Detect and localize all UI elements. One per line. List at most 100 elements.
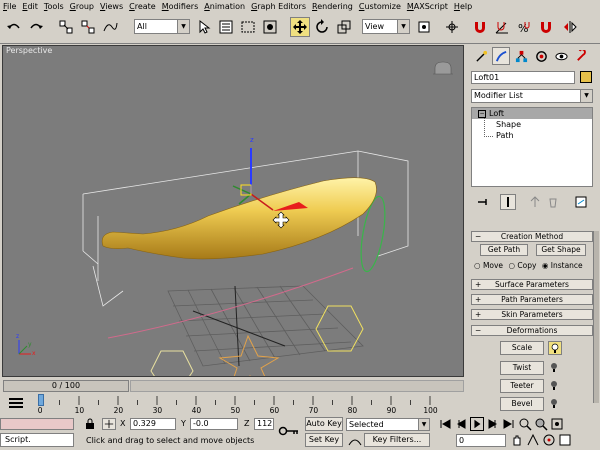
key-filter-dropdown[interactable]: Selected ▼ bbox=[346, 418, 430, 431]
mini-curve-editor-button[interactable] bbox=[8, 397, 24, 409]
set-key-button[interactable]: Set Key bbox=[305, 433, 343, 447]
surface-parameters-rollout[interactable]: + Surface Parameters bbox=[471, 279, 593, 290]
redo-button[interactable] bbox=[26, 17, 46, 37]
y-coord-field[interactable]: -0.0 bbox=[190, 418, 238, 430]
skin-parameters-rollout[interactable]: + Skin Parameters bbox=[471, 309, 593, 320]
unlink-button[interactable] bbox=[78, 17, 98, 37]
maxscript-listener[interactable]: Script. bbox=[0, 433, 74, 447]
set-key-button-icon[interactable] bbox=[278, 424, 300, 438]
goto-end-button[interactable] bbox=[502, 417, 516, 431]
current-frame-marker[interactable] bbox=[38, 394, 44, 406]
current-frame-field[interactable]: 0 bbox=[456, 434, 506, 447]
time-slider[interactable]: 0 / 100 bbox=[3, 380, 129, 392]
selection-filter-dropdown[interactable]: All ▼ bbox=[134, 19, 190, 34]
hierarchy-tab[interactable] bbox=[512, 47, 530, 65]
menu-help[interactable]: Help bbox=[451, 0, 475, 13]
twist-enable-toggle[interactable] bbox=[548, 361, 562, 375]
goto-start-button[interactable] bbox=[438, 417, 452, 431]
select-and-manipulate-button[interactable] bbox=[442, 17, 462, 37]
menu-customize[interactable]: Customize bbox=[356, 0, 404, 13]
menu-rendering[interactable]: Rendering bbox=[309, 0, 356, 13]
bevel-enable-toggle[interactable] bbox=[548, 397, 562, 411]
arc-rotate-button[interactable] bbox=[542, 433, 556, 447]
select-object-button[interactable] bbox=[194, 17, 214, 37]
lock-selection-button[interactable] bbox=[84, 418, 98, 430]
stack-item-shape[interactable]: Shape bbox=[496, 119, 521, 130]
banana-object[interactable] bbox=[101, 177, 377, 260]
teeter-deform-button[interactable]: Teeter bbox=[500, 379, 544, 393]
radio-copy[interactable]: ○ Copy bbox=[508, 261, 536, 270]
menu-group[interactable]: Group bbox=[67, 0, 97, 13]
next-frame-button[interactable] bbox=[486, 417, 500, 431]
modifier-stack[interactable]: − Loft Shape Path bbox=[471, 107, 593, 187]
menu-edit[interactable]: Edit bbox=[19, 0, 41, 13]
z-coord-field[interactable]: 112 bbox=[254, 418, 274, 430]
mirror-button[interactable] bbox=[560, 17, 580, 37]
radio-instance[interactable]: ◉ Instance bbox=[542, 261, 583, 270]
object-name-field[interactable]: Loft01 bbox=[471, 71, 575, 84]
panel-scrollbar[interactable] bbox=[593, 231, 599, 403]
get-path-button[interactable]: Get Path bbox=[480, 244, 528, 256]
default-tangent-button[interactable] bbox=[348, 435, 362, 447]
percent-snap-button[interactable]: % bbox=[514, 17, 534, 37]
play-button[interactable] bbox=[470, 417, 484, 431]
listener-pink-line[interactable] bbox=[0, 418, 74, 430]
zoom-button[interactable] bbox=[518, 417, 532, 431]
key-filters-button[interactable]: Key Filters... bbox=[364, 433, 430, 447]
remove-modifier-button[interactable] bbox=[546, 195, 560, 209]
auto-key-button[interactable]: Auto Key bbox=[305, 417, 343, 431]
scale-enable-toggle[interactable] bbox=[548, 341, 562, 355]
menu-graph-editors[interactable]: Graph Editors bbox=[248, 0, 309, 13]
pan-button[interactable] bbox=[510, 433, 524, 447]
path-parameters-rollout[interactable]: + Path Parameters bbox=[471, 294, 593, 305]
bind-space-warp-button[interactable] bbox=[100, 17, 120, 37]
pin-stack-button[interactable] bbox=[476, 195, 490, 209]
x-coord-field[interactable]: 0.329 bbox=[130, 418, 176, 430]
spinner-snap-button[interactable] bbox=[536, 17, 556, 37]
menu-file[interactable]: File bbox=[0, 0, 19, 13]
create-tab[interactable] bbox=[472, 47, 490, 65]
display-tab[interactable] bbox=[552, 47, 570, 65]
select-and-link-button[interactable] bbox=[56, 17, 76, 37]
angle-snap-button[interactable] bbox=[492, 17, 512, 37]
scale-deform-button[interactable]: Scale bbox=[500, 341, 544, 355]
modify-tab[interactable] bbox=[492, 47, 510, 65]
select-and-scale-button[interactable] bbox=[334, 17, 354, 37]
modifier-list-dropdown[interactable]: Modifier List ▼ bbox=[471, 89, 593, 103]
utilities-tab[interactable] bbox=[572, 47, 590, 65]
select-and-move-button[interactable] bbox=[290, 17, 310, 37]
configure-sets-button[interactable] bbox=[574, 195, 588, 209]
window-crossing-button[interactable] bbox=[260, 17, 280, 37]
zoom-extents-button[interactable] bbox=[550, 417, 564, 431]
gizmo-y-axis[interactable] bbox=[232, 185, 252, 195]
teeter-enable-toggle[interactable] bbox=[548, 379, 562, 393]
get-shape-button[interactable]: Get Shape bbox=[536, 244, 586, 256]
undo-button[interactable] bbox=[4, 17, 24, 37]
rectangular-selection-button[interactable] bbox=[238, 17, 258, 37]
select-by-name-button[interactable] bbox=[216, 17, 236, 37]
select-and-rotate-button[interactable] bbox=[312, 17, 332, 37]
motion-tab[interactable] bbox=[532, 47, 550, 65]
collapse-icon[interactable]: − bbox=[478, 109, 486, 118]
object-color-swatch[interactable] bbox=[580, 71, 592, 83]
bevel-deform-button[interactable]: Bevel bbox=[500, 397, 544, 411]
absolute-mode-button[interactable] bbox=[102, 418, 116, 430]
show-end-result-button[interactable] bbox=[500, 194, 516, 210]
menu-maxscript[interactable]: MAXScript bbox=[404, 0, 451, 13]
deformations-rollout[interactable]: − Deformations bbox=[471, 325, 593, 336]
twist-deform-button[interactable]: Twist bbox=[500, 361, 544, 375]
menu-modifiers[interactable]: Modifiers bbox=[159, 0, 202, 13]
menu-views[interactable]: Views bbox=[97, 0, 126, 13]
field-of-view-button[interactable] bbox=[526, 433, 540, 447]
menu-tools[interactable]: Tools bbox=[41, 0, 67, 13]
prev-frame-button[interactable] bbox=[454, 417, 468, 431]
make-unique-button[interactable] bbox=[528, 195, 542, 209]
pivot-center-button[interactable] bbox=[414, 17, 434, 37]
min-max-toggle-button[interactable] bbox=[558, 433, 572, 447]
menu-animation[interactable]: Animation bbox=[201, 0, 248, 13]
radio-move[interactable]: ○ Move bbox=[474, 261, 503, 270]
reference-coord-dropdown[interactable]: View ▼ bbox=[362, 19, 410, 34]
menu-create[interactable]: Create bbox=[126, 0, 159, 13]
perspective-viewport[interactable]: Perspective z z x y bbox=[2, 45, 464, 377]
stack-item-path[interactable]: Path bbox=[496, 130, 514, 141]
